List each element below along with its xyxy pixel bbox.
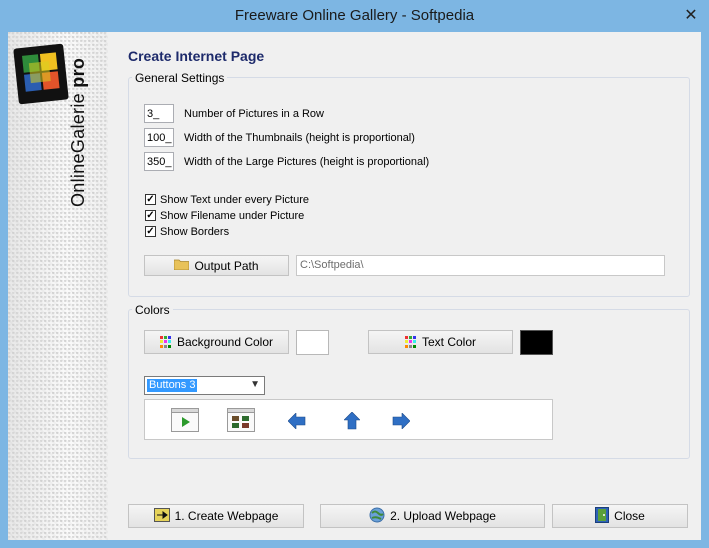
background-color-swatch[interactable]: [296, 330, 329, 355]
thumbnail-width-label: Width of the Thumbnails (height is propo…: [184, 132, 415, 144]
arrow-up-icon: [343, 411, 361, 433]
general-settings-legend: General Settings: [132, 71, 228, 85]
logo-icon: [13, 43, 69, 105]
text-color-swatch[interactable]: [520, 330, 553, 355]
upload-webpage-label: 2. Upload Webpage: [390, 509, 496, 523]
palette-icon: [159, 336, 172, 348]
large-width-label: Width of the Large Pictures (height is p…: [184, 156, 430, 168]
button-style-preview: [144, 399, 553, 440]
sidebar-logo-suffix: pro: [68, 57, 88, 88]
button-style-value: Buttons 3: [147, 379, 198, 392]
upload-icon: [369, 507, 385, 526]
background-color-button[interactable]: Background Color: [144, 330, 289, 354]
show-borders-checkbox[interactable]: ✓: [145, 226, 156, 237]
colors-legend: Colors: [132, 303, 173, 317]
close-door-icon: [595, 506, 610, 526]
arrow-right-icon: [392, 412, 411, 432]
show-text-checkbox[interactable]: ✓: [145, 194, 156, 205]
close-button[interactable]: Close: [552, 504, 688, 528]
create-webpage-button[interactable]: 1. Create Webpage: [128, 504, 304, 528]
title-bar: Freeware Online Gallery - Softpedia ✕: [0, 0, 709, 32]
app-window: Freeware Online Gallery - Softpedia ✕ On…: [0, 0, 709, 548]
show-filename-label: Show Filename under Picture: [160, 210, 305, 222]
chevron-down-icon: ▼: [250, 379, 260, 390]
sidebar-logo-text: OnlineGalerie: [68, 93, 88, 207]
thumbnail-width-input[interactable]: 100_: [144, 128, 174, 147]
show-text-label: Show Text under every Picture: [160, 194, 309, 206]
page-title: Create Internet Page: [128, 48, 265, 64]
create-icon: [153, 507, 170, 525]
output-path-label: Output Path: [194, 258, 259, 273]
button-style-select[interactable]: Buttons 3 ▼: [144, 376, 265, 395]
large-width-input[interactable]: 350_: [144, 152, 174, 171]
pictures-per-row-label: Number of Pictures in a Row: [184, 108, 324, 120]
create-webpage-label: 1. Create Webpage: [174, 509, 279, 523]
play-icon: [171, 408, 199, 435]
output-path-field[interactable]: C:\Softpedia\: [296, 255, 665, 276]
client-area: OnlineGalerie pro Create Internet Page G…: [8, 32, 701, 540]
sidebar-title: OnlineGalerie pro: [68, 58, 89, 207]
arrow-left-icon: [287, 412, 306, 432]
text-color-button[interactable]: Text Color: [368, 330, 513, 354]
close-label: Close: [614, 509, 645, 523]
palette-icon: [404, 336, 417, 348]
output-path-button[interactable]: Output Path: [144, 255, 289, 276]
pictures-per-row-input[interactable]: 3_: [144, 104, 174, 123]
text-color-label: Text Color: [421, 335, 477, 349]
sidebar-banner: OnlineGalerie pro: [8, 32, 108, 540]
background-color-label: Background Color: [176, 335, 274, 349]
close-window-button[interactable]: ✕: [679, 6, 703, 26]
folder-icon: [174, 258, 190, 273]
show-borders-label: Show Borders: [160, 226, 230, 238]
gallery-icon: [227, 408, 255, 435]
window-title: Freeware Online Gallery - Softpedia: [234, 7, 475, 24]
show-filename-checkbox[interactable]: ✓: [145, 210, 156, 221]
upload-webpage-button[interactable]: 2. Upload Webpage: [320, 504, 545, 528]
